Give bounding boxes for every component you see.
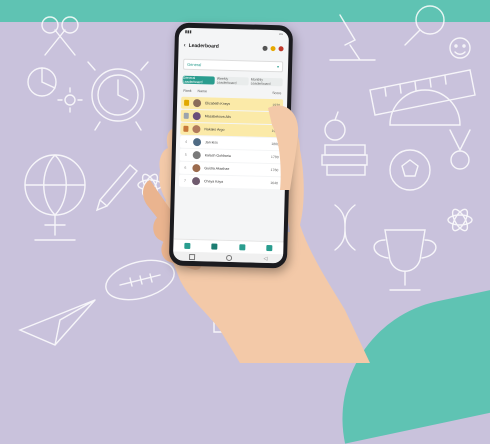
triangle-icon[interactable]: ◁ — [263, 255, 267, 261]
player-score: 1780 — [270, 155, 279, 160]
player-name: Elizabeth Kneys — [205, 101, 231, 106]
avatar — [192, 138, 202, 147]
smartphone: ▮▮▮ ▭ ‹ Leaderboard General ▾ General Le… — [168, 22, 294, 269]
page-title: Leaderboard — [188, 42, 219, 50]
player-rank: 5 — [184, 152, 187, 157]
trophy-icon[interactable] — [270, 45, 276, 51]
leaderboard-select[interactable]: General ▾ — [182, 58, 284, 73]
avatar — [192, 111, 201, 121]
table-row[interactable]: 7 Chaya Kaya 1640 — [178, 174, 282, 190]
profile-icon[interactable] — [278, 45, 284, 51]
battery-icon: ▭ — [279, 31, 284, 37]
player-name: Chaya Kaya — [204, 179, 224, 184]
chart-icon[interactable] — [211, 243, 218, 250]
player-rank: 6 — [184, 165, 187, 170]
group-icon[interactable] — [266, 244, 273, 252]
player-name: Guidra Akashae — [204, 166, 230, 171]
avatar — [192, 151, 201, 160]
avatar — [192, 98, 202, 108]
player-name: Jan kiss — [205, 140, 218, 145]
tab-weekly[interactable]: Weekly Leaderboard — [216, 76, 249, 86]
select-value: General — [187, 61, 202, 68]
app-header: ‹ Leaderboard — [178, 37, 288, 58]
signal-icon: ▮▮▮ — [184, 28, 192, 34]
book-icon[interactable] — [239, 244, 246, 251]
phone-screen: ▮▮▮ ▭ ‹ Leaderboard General ▾ General Le… — [172, 27, 290, 264]
player-name: Nakako Argo — [204, 127, 225, 132]
silver-medal-icon — [183, 112, 189, 119]
chevron-down-icon: ▾ — [276, 64, 280, 70]
player-rank: 4 — [185, 139, 188, 144]
col-rank: Rank — [183, 88, 192, 93]
search-icon[interactable] — [262, 45, 268, 51]
player-score: 1640 — [270, 181, 279, 186]
col-score: Score — [272, 91, 282, 96]
col-name: Name — [197, 89, 207, 94]
player-name: Mazabekova Alis — [204, 114, 232, 119]
player-name: Kalash Gohbaria — [204, 153, 231, 158]
player-score: 1760 — [270, 168, 279, 173]
avatar — [192, 124, 201, 134]
avatar — [191, 176, 201, 186]
tab-monthly[interactable]: Monthly Leaderboard — [250, 77, 283, 87]
system-nav: ◁ — [172, 251, 284, 264]
player-score: 1800 — [271, 142, 280, 147]
player-rank: 7 — [184, 178, 187, 183]
gold-medal-icon — [184, 99, 190, 106]
home-icon[interactable] — [184, 242, 191, 249]
avatar — [192, 163, 201, 173]
back-arrow-icon[interactable]: ‹ — [184, 43, 186, 49]
square-icon[interactable] — [188, 253, 195, 260]
bronze-medal-icon — [183, 125, 189, 132]
player-score: 1915 — [271, 116, 280, 121]
circle-icon[interactable] — [226, 254, 233, 261]
player-score: 1900 — [271, 129, 280, 134]
player-score: 1930 — [272, 103, 281, 108]
tab-general[interactable]: General Leaderboard — [182, 75, 215, 85]
